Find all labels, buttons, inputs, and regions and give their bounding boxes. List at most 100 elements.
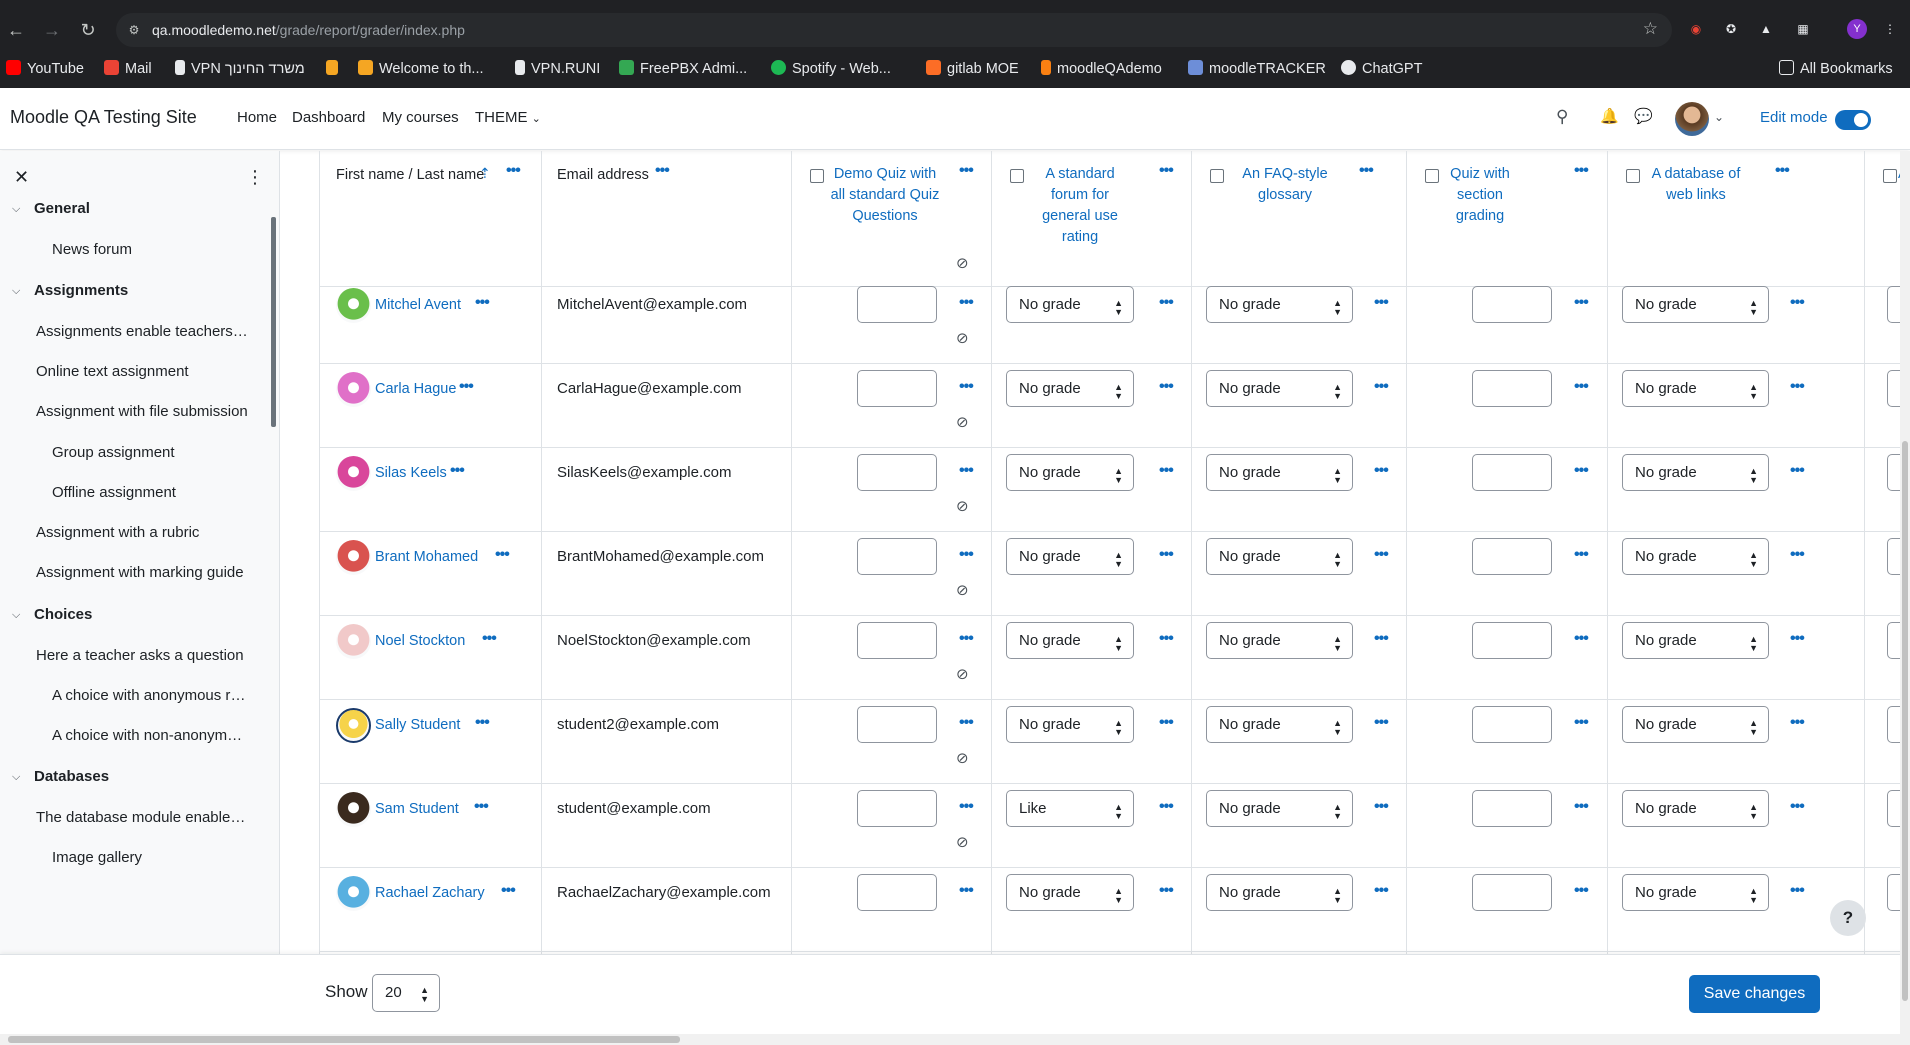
grade-input[interactable]	[1472, 370, 1552, 407]
hidden-eye-icon[interactable]: ⊘	[956, 749, 969, 767]
course-section-title[interactable]: Choices	[34, 606, 250, 623]
student-name-link[interactable]: Sally Student	[375, 717, 460, 733]
hidden-eye-icon[interactable]: ⊘	[956, 497, 969, 515]
cell-actions-icon[interactable]: •••	[1374, 462, 1389, 480]
grade-input[interactable]	[1472, 454, 1552, 491]
glossary-grade-select[interactable]: No grade ▲ ▼	[1206, 370, 1353, 407]
student-actions-icon[interactable]: •••	[450, 462, 465, 480]
site-settings-icon[interactable]: ⚙	[126, 22, 142, 38]
database-grade-select[interactable]: No grade ▲ ▼	[1622, 622, 1769, 659]
chevron-down-icon[interactable]: ⌄	[1714, 110, 1724, 124]
forum-grade-select[interactable]: No grade ▲ ▼	[1006, 454, 1134, 491]
nav-my-courses[interactable]: My courses	[382, 109, 459, 126]
course-activity-link[interactable]: Assignment with marking guide	[36, 564, 250, 581]
grade-input[interactable]	[1472, 538, 1552, 575]
activity-header-database[interactable]: A database of web links	[1641, 164, 1751, 206]
student-avatar[interactable]	[336, 624, 371, 659]
student-actions-icon[interactable]: •••	[495, 546, 510, 564]
course-section-title[interactable]: Databases	[34, 768, 250, 785]
course-activity-link[interactable]: Offline assignment	[52, 484, 250, 501]
student-name-link[interactable]: Sam Student	[375, 801, 459, 817]
cell-actions-icon[interactable]: •••	[1374, 798, 1389, 816]
database-grade-select[interactable]: No grade ▲ ▼	[1622, 286, 1769, 323]
grade-input[interactable]	[857, 538, 937, 575]
database-grade-select[interactable]: No grade ▲ ▼	[1622, 454, 1769, 491]
chevron-down-icon[interactable]: ⌵	[12, 609, 20, 622]
grade-input[interactable]	[857, 286, 937, 323]
nav-theme[interactable]: THEME ⌄	[475, 109, 541, 126]
cell-actions-icon[interactable]: •••	[1159, 714, 1174, 732]
student-name-link[interactable]: Brant Mohamed	[375, 549, 478, 565]
glossary-grade-select[interactable]: No grade ▲ ▼	[1206, 874, 1353, 911]
course-activity-link[interactable]: A choice with non-anonymous results	[52, 727, 250, 744]
bookmark-mail[interactable]: Mail	[104, 58, 152, 80]
student-actions-icon[interactable]: •••	[475, 294, 490, 312]
vertical-scrollbar-thumb[interactable]	[1902, 441, 1908, 1001]
activity-header-quiz[interactable]: Demo Quiz with all standard Quiz Questio…	[825, 164, 945, 227]
student-name-link[interactable]: Mitchel Avent	[375, 297, 461, 313]
grade-input[interactable]	[1472, 622, 1552, 659]
close-icon[interactable]: ✕	[14, 167, 29, 188]
forum-grade-select[interactable]: No grade ▲ ▼	[1006, 622, 1134, 659]
chevron-down-icon[interactable]: ⌵	[12, 285, 20, 298]
cell-actions-icon[interactable]: •••	[1574, 882, 1589, 900]
cell-actions-icon[interactable]: •••	[1790, 462, 1805, 480]
student-avatar[interactable]	[336, 288, 371, 323]
cell-actions-icon[interactable]: •••	[1574, 378, 1589, 396]
bookmark-freepbx[interactable]: FreePBX Admi...	[619, 58, 747, 80]
database-grade-select[interactable]: No grade ▲ ▼	[1622, 874, 1769, 911]
cell-actions-icon[interactable]: •••	[1374, 378, 1389, 396]
cell-actions-icon[interactable]: •••	[1574, 798, 1589, 816]
cell-actions-icon[interactable]: •••	[1574, 462, 1589, 480]
grade-input[interactable]	[1472, 874, 1552, 911]
course-activity-link[interactable]: A choice with anonymous results	[52, 687, 250, 704]
cell-actions-icon[interactable]: •••	[959, 294, 974, 312]
column-actions-icon[interactable]: •••	[1159, 162, 1174, 180]
cell-actions-icon[interactable]: •••	[1159, 546, 1174, 564]
forum-grade-select[interactable]: No grade ▲ ▼	[1006, 874, 1134, 911]
search-icon[interactable]: ⚲	[1556, 107, 1568, 127]
nav-dashboard[interactable]: Dashboard	[292, 109, 365, 126]
cell-actions-icon[interactable]: •••	[1374, 882, 1389, 900]
cell-actions-icon[interactable]: •••	[1790, 294, 1805, 312]
cell-actions-icon[interactable]: •••	[959, 462, 974, 480]
cell-actions-icon[interactable]: •••	[959, 882, 974, 900]
bookmark-gitlab[interactable]: gitlab MOE	[926, 58, 1019, 80]
student-actions-icon[interactable]: •••	[482, 630, 497, 648]
glossary-grade-select[interactable]: No grade ▲ ▼	[1206, 454, 1353, 491]
course-activity-link[interactable]: Assignments enable teachers to collect w…	[36, 323, 250, 340]
bookmark-moodle-icon[interactable]	[326, 58, 344, 80]
all-bookmarks[interactable]: All Bookmarks	[1779, 58, 1893, 80]
course-activity-link[interactable]: Group assignment	[52, 444, 250, 461]
database-grade-select[interactable]: No grade ▲ ▼	[1622, 790, 1769, 827]
cell-actions-icon[interactable]: •••	[1574, 546, 1589, 564]
course-activity-link[interactable]: The database module enables participants	[36, 809, 250, 826]
forum-grade-select[interactable]: No grade ▲ ▼	[1006, 286, 1134, 323]
student-avatar[interactable]	[336, 372, 371, 407]
hidden-eye-icon[interactable]: ⊘	[956, 254, 969, 272]
activity-header-glossary[interactable]: An FAQ-style glossary	[1225, 164, 1345, 206]
course-activity-link[interactable]: Here a teacher asks a question	[36, 647, 250, 664]
student-avatar[interactable]	[336, 540, 371, 575]
chevron-down-icon[interactable]: ⌵	[12, 771, 20, 784]
cell-actions-icon[interactable]: •••	[1790, 546, 1805, 564]
cell-actions-icon[interactable]: •••	[1790, 882, 1805, 900]
student-actions-icon[interactable]: •••	[475, 714, 490, 732]
email-column-header[interactable]: Email address	[557, 165, 649, 186]
grade-input[interactable]	[1472, 790, 1552, 827]
forum-grade-select[interactable]: No grade ▲ ▼	[1006, 370, 1134, 407]
course-activity-link[interactable]: Image gallery	[52, 849, 250, 866]
cell-actions-icon[interactable]: •••	[1790, 630, 1805, 648]
grade-input[interactable]	[857, 874, 937, 911]
column-actions-icon[interactable]: •••	[506, 162, 521, 180]
bell-icon[interactable]: 🔔	[1600, 107, 1619, 125]
bookmark-spotify[interactable]: Spotify - Web...	[771, 58, 891, 80]
bookmark-chatgpt[interactable]: ChatGPT	[1341, 58, 1422, 80]
edit-mode-toggle[interactable]	[1835, 110, 1871, 130]
back-arrow-icon[interactable]: ←	[4, 18, 28, 42]
student-name-link[interactable]: Noel Stockton	[375, 633, 465, 649]
hidden-eye-icon[interactable]: ⊘	[956, 329, 969, 347]
forum-grade-select[interactable]: No grade ▲ ▼	[1006, 538, 1134, 575]
hidden-eye-icon[interactable]: ⊘	[956, 413, 969, 431]
forum-grade-select[interactable]: Like ▲ ▼	[1006, 790, 1134, 827]
